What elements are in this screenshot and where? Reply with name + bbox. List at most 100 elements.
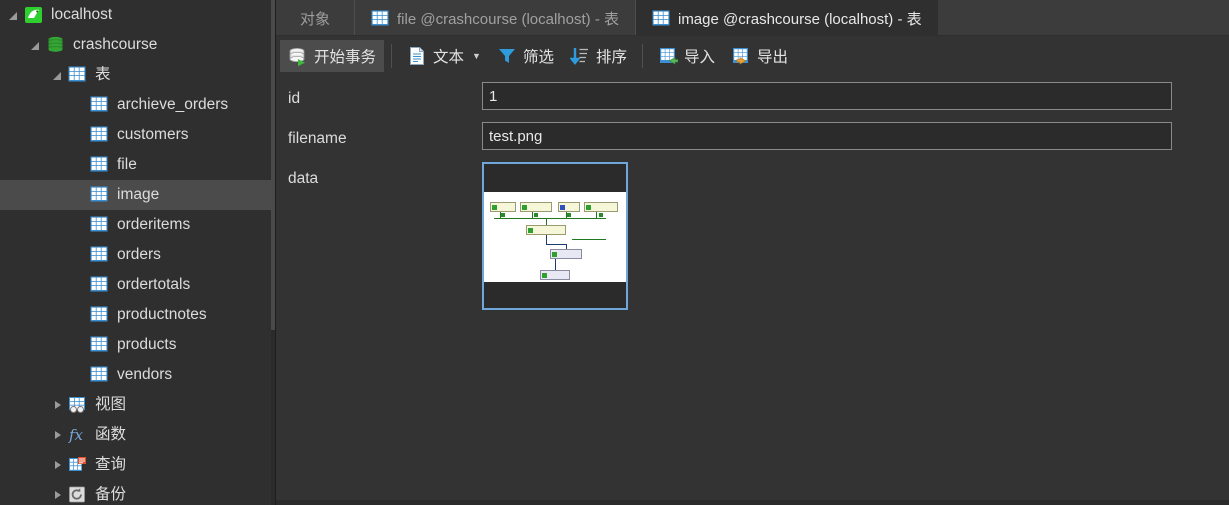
tree-item-products[interactable]: products xyxy=(0,330,276,360)
table-icon xyxy=(90,336,110,354)
table-icon xyxy=(90,276,110,294)
view-icon xyxy=(68,396,88,414)
tree-item-label: image xyxy=(117,186,160,204)
tree-item-archieve_orders[interactable]: archieve_orders xyxy=(0,90,276,120)
import-button-label: 导入 xyxy=(683,49,715,66)
tree-item-label: localhost xyxy=(51,6,113,24)
table-group-icon xyxy=(68,66,88,84)
tree-item-label: orders xyxy=(117,246,161,264)
tree-item-备份[interactable]: 备份 xyxy=(0,480,276,505)
object-tree-sidebar[interactable]: localhost crashcourse 表 archieve_orderscust… xyxy=(0,0,276,505)
table-icon xyxy=(90,366,110,384)
expand-arrow-icon[interactable] xyxy=(52,489,65,502)
tree-item-函数[interactable]: fx 函数 xyxy=(0,420,276,450)
svg-text:fx: fx xyxy=(68,426,84,444)
begin-transaction-label: 开始事务 xyxy=(314,49,377,66)
expand-arrow-icon[interactable] xyxy=(52,429,65,442)
field-label-id: id xyxy=(288,90,301,107)
tree-item-label: 视图 xyxy=(95,396,127,414)
tab-inactive-0[interactable]: file @crashcourse (localhost) - 表 xyxy=(355,0,636,36)
begin-transaction-button[interactable]: 开始事务 xyxy=(280,40,385,72)
filter-button[interactable]: 筛选 xyxy=(489,40,562,72)
filter-icon xyxy=(497,46,517,66)
field-label-data: data xyxy=(288,170,319,187)
export-button[interactable]: 导出 xyxy=(723,40,796,72)
sort-button[interactable]: 排序 xyxy=(562,40,635,72)
filter-button-label: 筛选 xyxy=(522,49,554,66)
table-icon xyxy=(371,10,389,26)
table-icon xyxy=(90,186,110,204)
expand-arrow-icon[interactable] xyxy=(52,399,65,412)
form-row-data: data xyxy=(276,162,1229,310)
expand-arrow-icon[interactable] xyxy=(52,459,65,472)
tree-item-productnotes[interactable]: productnotes xyxy=(0,300,276,330)
tree-item-image[interactable]: image xyxy=(0,180,276,210)
table-icon xyxy=(90,246,110,264)
blob-image-preview[interactable] xyxy=(482,162,628,310)
import-icon xyxy=(658,46,679,66)
tree-item-label: productnotes xyxy=(117,306,207,324)
tree-item-label: file xyxy=(117,156,137,174)
document-icon xyxy=(407,46,427,66)
tree-item-查询[interactable]: 查询 xyxy=(0,450,276,480)
toolbar-separator xyxy=(391,44,393,68)
tree-item-customers[interactable]: customers xyxy=(0,120,276,150)
query-icon xyxy=(68,456,88,474)
field-input-filename[interactable] xyxy=(482,122,1172,150)
collapse-arrow-icon[interactable] xyxy=(30,39,43,52)
database-tree[interactable]: localhost crashcourse 表 archieve_orderscust… xyxy=(0,0,276,505)
main-pane: 对象 file @crashcourse (localhost) - 表 imag… xyxy=(276,0,1229,505)
collapse-arrow-icon[interactable] xyxy=(8,9,21,22)
tab-active-1[interactable]: image @crashcourse (localhost) - 表 xyxy=(635,0,938,36)
chevron-down-icon[interactable]: ▼ xyxy=(472,51,481,61)
tree-item-file[interactable]: file xyxy=(0,150,276,180)
tab-object[interactable]: 对象 xyxy=(276,0,356,36)
export-button-label: 导出 xyxy=(757,49,789,66)
tree-item-label: 函数 xyxy=(95,426,127,444)
tree-item-label: customers xyxy=(117,126,189,144)
export-icon xyxy=(731,46,751,66)
status-strip xyxy=(276,500,1229,505)
import-button[interactable]: 导入 xyxy=(650,40,723,72)
sort-button-label: 排序 xyxy=(595,49,627,66)
tab-label: image @crashcourse (localhost) - 表 xyxy=(677,10,922,28)
table-icon xyxy=(90,96,110,114)
collapse-arrow-icon[interactable] xyxy=(52,69,65,82)
tree-item-label: ordertotals xyxy=(117,276,191,294)
tree-item-orders[interactable]: orders xyxy=(0,240,276,270)
text-button[interactable]: 文本 ▼ xyxy=(399,40,489,72)
transaction-icon xyxy=(288,46,308,67)
tree-item-ordertotals[interactable]: ordertotals xyxy=(0,270,276,300)
tree-item-orderitems[interactable]: orderitems xyxy=(0,210,276,240)
tree-item-vendors[interactable]: vendors xyxy=(0,360,276,390)
tab-label: file @crashcourse (localhost) - 表 xyxy=(397,10,619,28)
tree-item-localhost[interactable]: localhost xyxy=(0,0,276,30)
table-icon xyxy=(90,126,110,144)
form-row-filename: filename xyxy=(276,122,1229,162)
table-icon xyxy=(90,156,110,174)
tree-item-label: 备份 xyxy=(95,486,127,504)
record-form: id filename data xyxy=(276,76,1229,310)
server-icon xyxy=(24,6,44,24)
blob-image-content xyxy=(484,192,626,282)
field-input-id[interactable] xyxy=(482,82,1172,110)
table-icon xyxy=(652,10,670,26)
tab-bar[interactable]: 对象 file @crashcourse (localhost) - 表 imag… xyxy=(276,0,1229,36)
tree-item-crashcourse[interactable]: crashcourse xyxy=(0,30,276,60)
field-label-filename: filename xyxy=(288,130,347,147)
form-row-id: id xyxy=(276,82,1229,122)
toolbar[interactable]: 开始事务 文本 ▼ 筛选 排序 导入 导出 xyxy=(276,36,1229,76)
table-icon xyxy=(90,306,110,324)
tree-item-视图[interactable]: 视图 xyxy=(0,390,276,420)
tree-item-表[interactable]: 表 xyxy=(0,60,276,90)
sort-icon xyxy=(569,46,590,66)
tree-item-label: 表 xyxy=(95,66,111,84)
